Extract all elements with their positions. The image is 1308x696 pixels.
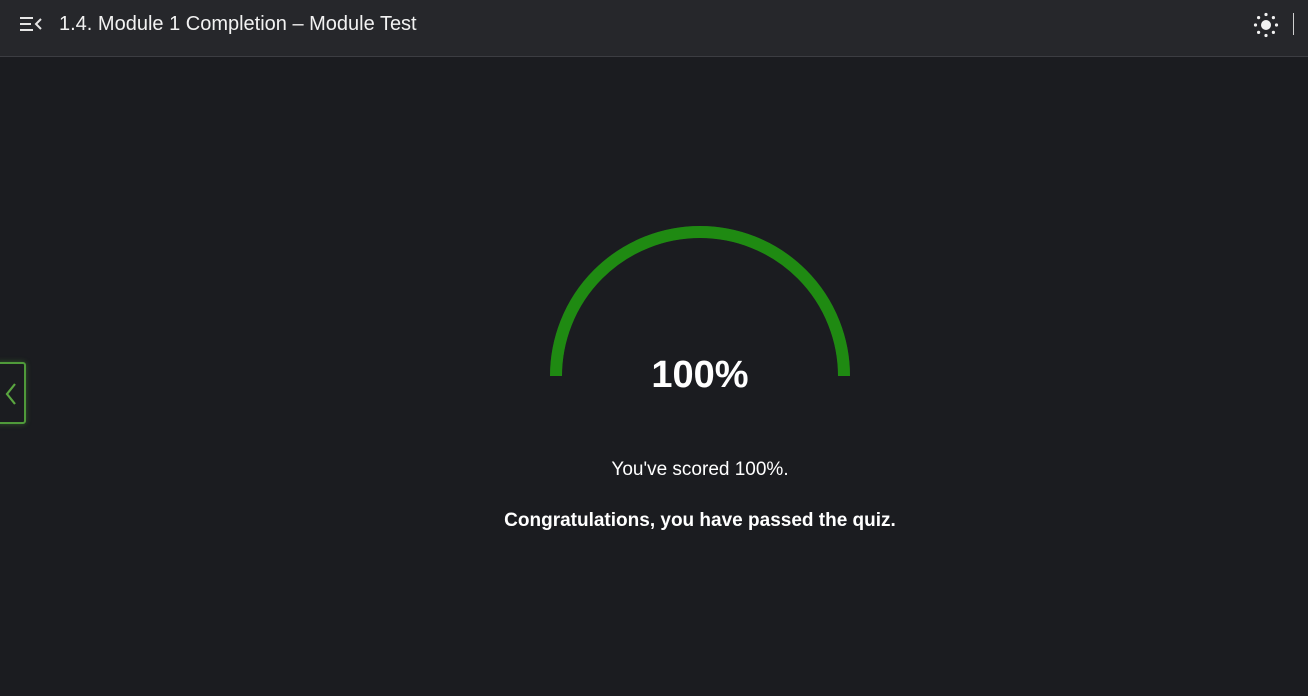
chevron-left-icon <box>5 383 16 405</box>
previous-page-button[interactable] <box>0 362 26 424</box>
theme-toggle-button[interactable] <box>1253 12 1279 38</box>
score-message: You've scored 100%. <box>611 459 789 480</box>
score-percentage: 100% <box>651 354 749 396</box>
menu-collapse-button[interactable] <box>18 13 44 35</box>
sun-icon <box>1253 12 1279 38</box>
page-title: 1.4. Module 1 Completion – Module Test <box>59 13 417 35</box>
topbar-divider <box>1293 13 1294 35</box>
top-bar: 1.4. Module 1 Completion – Module Test <box>0 0 1308 57</box>
menu-collapse-icon <box>20 17 42 31</box>
pass-message: Congratulations, you have passed the qui… <box>504 510 896 531</box>
